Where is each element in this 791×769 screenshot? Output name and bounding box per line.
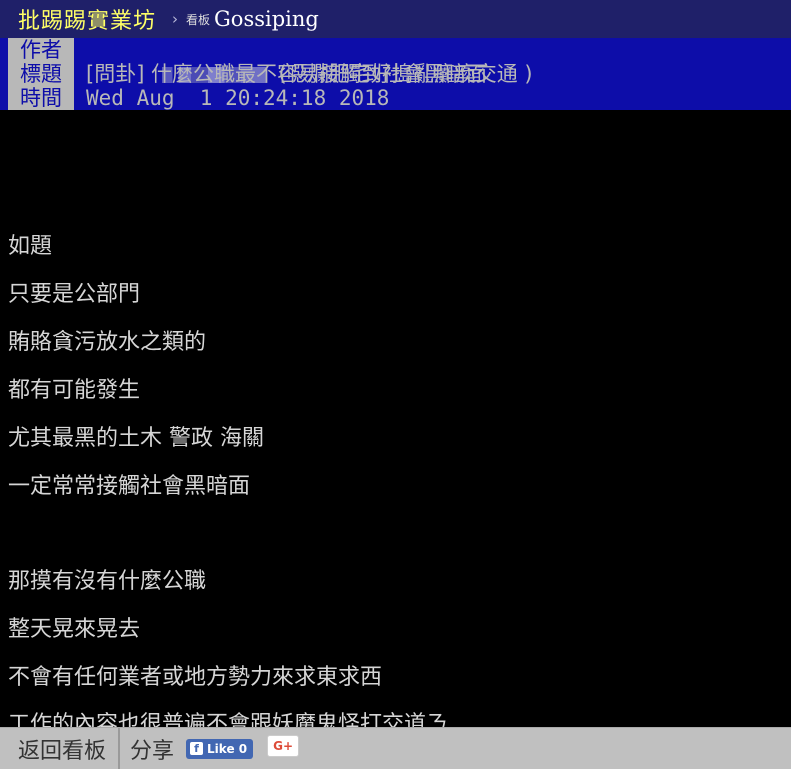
time-tag: 時間 <box>8 86 74 110</box>
board-name-link[interactable]: Gossiping <box>214 7 319 31</box>
author-tag: 作者 <box>8 38 74 62</box>
board-label: 看板 <box>186 12 211 27</box>
article-meta-header: 作者 (噁爛肥宅好搗亂癱瘓交通 ) 標題 [問卦] 什麼公職最不容易接觸到社會黑… <box>0 38 791 110</box>
author-row: 作者 (噁爛肥宅好搗亂癱瘓交通 ) <box>0 38 791 86</box>
facebook-icon: f <box>190 742 204 755</box>
author-value: (噁爛肥宅好搗亂癱瘓交通 ) <box>86 38 533 86</box>
back-to-board-button[interactable]: 返回看板 <box>18 733 106 765</box>
footer-divider <box>118 728 121 769</box>
top-nav-bar: 批踢踢實業坊 › 看板 Gossiping <box>0 0 791 38</box>
site-name-link[interactable]: 批踢踢實業坊 <box>18 3 156 35</box>
google-plus-button[interactable]: G+ <box>267 734 300 757</box>
breadcrumb-chevron-icon: › <box>172 10 179 28</box>
title-row: 標題 [問卦] 什麼公職最不容易接觸到社會黑暗面 <box>0 62 791 86</box>
body-line: 不會有任何業者或地方勢力來求東求西 <box>8 665 383 690</box>
body-line: 一定常常接觸社會黑暗面 <box>8 474 251 499</box>
body-line: 那摸有沒有什麼公職 <box>8 569 207 594</box>
time-row: 時間 Wed Aug 1 20:24:18 2018 <box>0 86 791 110</box>
body-line: 只要是公部門 <box>8 282 141 307</box>
facebook-like-button[interactable]: f Like 0 <box>186 738 254 759</box>
article-time: Wed Aug 1 20:24:18 2018 <box>86 86 390 110</box>
body-line: 工作的內容也很普遍不會跟妖魔鬼怪打交道ㄋ <box>8 712 449 727</box>
title-tag: 標題 <box>8 62 74 86</box>
footer-bar: 返回看板 分享 f Like 0 G+ <box>0 727 791 769</box>
body-line: 都有可能發生 <box>8 378 141 403</box>
body-line: 賄賂貪污放水之類的 <box>8 330 207 355</box>
body-line: 尤其最黑的土木 警政 海關 <box>8 426 264 451</box>
body-line: 如題 <box>8 234 53 259</box>
body-line: 整天晃來晃去 <box>8 617 141 642</box>
share-label: 分享 <box>130 738 175 764</box>
like-label: Like 0 <box>207 741 248 756</box>
article-title: [問卦] 什麼公職最不容易接觸到社會黑暗面 <box>86 62 488 86</box>
article-body: 如題 只要是公部門 賄賂貪污放水之類的 都有可能發生 尤其最黑的土木 警政 海關… <box>0 110 791 727</box>
